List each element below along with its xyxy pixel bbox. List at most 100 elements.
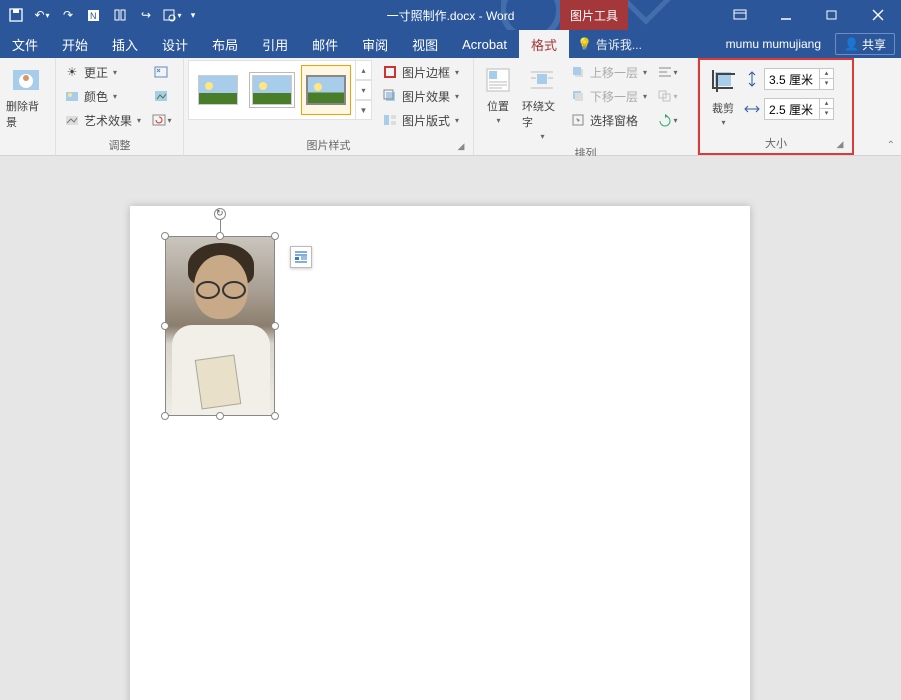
tab-mailings[interactable]: 邮件 xyxy=(300,30,350,58)
color-button[interactable]: 颜色▾ xyxy=(60,84,145,108)
style-thumb-1[interactable] xyxy=(193,65,243,115)
title-bar: ↶▾ ↷ N ↪ ▾ ▾ 一寸照制作.docx - Word 图片工具 xyxy=(0,0,901,30)
dropdown-icon: ▾ xyxy=(113,92,117,101)
selection-pane-icon xyxy=(570,112,586,128)
share-button[interactable]: 👤 共享 xyxy=(835,33,895,55)
remove-background-button[interactable]: 删除背景 xyxy=(4,60,48,134)
corrections-button[interactable]: ☀更正▾ xyxy=(60,60,145,84)
picture-styles-gallery[interactable] xyxy=(188,60,356,120)
selection-pane-button[interactable]: 选择窗格 xyxy=(566,108,651,132)
person-icon: 👤 xyxy=(844,37,859,51)
tab-references[interactable]: 引用 xyxy=(250,30,300,58)
tab-review[interactable]: 审阅 xyxy=(350,30,400,58)
photo-image[interactable] xyxy=(165,236,275,416)
crop-icon xyxy=(707,66,739,98)
position-button[interactable]: 位置▾ xyxy=(478,60,518,129)
dropdown-icon: ▾ xyxy=(721,118,725,127)
tab-file[interactable]: 文件 xyxy=(0,30,50,58)
collapse-ribbon-button[interactable]: ⌃ xyxy=(887,140,895,151)
document-area[interactable] xyxy=(0,156,901,700)
send-backward-button[interactable]: 下移一层▾ xyxy=(566,84,651,108)
tab-view[interactable]: 视图 xyxy=(400,30,450,58)
compress-pictures-button[interactable] xyxy=(149,60,173,84)
ribbon-display-options-button[interactable] xyxy=(717,0,763,30)
size-launcher-button[interactable]: ◢ xyxy=(834,139,846,151)
document-page[interactable] xyxy=(130,206,750,700)
width-down-button[interactable]: ▾ xyxy=(820,109,833,119)
resize-handle-t[interactable] xyxy=(216,232,224,240)
tab-acrobat[interactable]: Acrobat xyxy=(450,30,519,58)
wrap-text-button[interactable]: 环绕文字▾ xyxy=(520,60,564,145)
qat-button-5[interactable]: ↪ xyxy=(134,1,158,29)
height-input[interactable]: ▴▾ xyxy=(764,68,834,90)
picture-border-button[interactable]: 图片边框▾ xyxy=(378,60,463,84)
redo-button[interactable]: ↷ xyxy=(56,1,80,29)
resize-handle-l[interactable] xyxy=(161,322,169,330)
resize-handle-bl[interactable] xyxy=(161,412,169,420)
rotate-connector xyxy=(220,220,221,232)
style-thumb-3[interactable] xyxy=(301,65,351,115)
resize-handle-b[interactable] xyxy=(216,412,224,420)
print-preview-button[interactable]: ▾ xyxy=(160,1,184,29)
width-input[interactable]: ▴▾ xyxy=(764,98,834,120)
height-field[interactable] xyxy=(765,72,819,86)
picture-layout-button[interactable]: 图片版式▾ xyxy=(378,108,463,132)
quick-access-toolbar: ↶▾ ↷ N ↪ ▾ ▾ xyxy=(0,1,204,29)
save-button[interactable] xyxy=(4,1,28,29)
rotate-button[interactable]: ▾ xyxy=(655,108,679,132)
layout-options-flyout[interactable] xyxy=(290,246,312,268)
align-button[interactable]: ▾ xyxy=(655,60,679,84)
group-label-empty xyxy=(4,137,51,155)
brightness-icon: ☀ xyxy=(64,64,80,80)
tab-design[interactable]: 设计 xyxy=(150,30,200,58)
width-field[interactable] xyxy=(765,102,819,116)
styles-launcher-button[interactable]: ◢ xyxy=(455,141,467,153)
tell-me-search[interactable]: 💡 告诉我... xyxy=(569,30,650,58)
picture-effects-button[interactable]: 图片效果▾ xyxy=(378,84,463,108)
artistic-effects-button[interactable]: 艺术效果 ▾ xyxy=(60,108,145,132)
selected-picture[interactable] xyxy=(165,236,275,416)
group-styles-label: 图片样式◢ xyxy=(188,137,469,155)
dropdown-icon: ▾ xyxy=(113,68,117,77)
tab-format[interactable]: 格式 xyxy=(519,30,569,58)
picture-layout-label: 图片版式 xyxy=(402,112,450,129)
resize-handle-r[interactable] xyxy=(271,322,279,330)
account-user[interactable]: mumu mumujiang xyxy=(718,30,829,58)
onenote-linked-notes-button[interactable]: N xyxy=(82,1,106,29)
touch-mode-button[interactable] xyxy=(108,1,132,29)
tab-home[interactable]: 开始 xyxy=(50,30,100,58)
layout-tpl-icon xyxy=(382,112,398,128)
group-objects-button[interactable]: ▾ xyxy=(655,84,679,108)
color-icon xyxy=(64,88,80,104)
group-adjust: ☀更正▾ 颜色▾ 艺术效果▾ ▾ 调整 xyxy=(56,58,184,155)
resize-handle-br[interactable] xyxy=(271,412,279,420)
qat-customize-button[interactable]: ▾ xyxy=(186,1,200,29)
resize-handle-tr[interactable] xyxy=(271,232,279,240)
maximize-button[interactable] xyxy=(809,0,855,30)
ribbon-tabs: 文件 开始 插入 设计 布局 引用 邮件 审阅 视图 Acrobat 格式 💡 … xyxy=(0,30,901,58)
gallery-more-button[interactable]: ▼ xyxy=(356,100,372,120)
gallery-down-button[interactable]: ▾ xyxy=(356,80,372,100)
bring-forward-button[interactable]: 上移一层▾ xyxy=(566,60,651,84)
tab-layout[interactable]: 布局 xyxy=(200,30,250,58)
artistic-label: 艺术效果 xyxy=(84,112,132,129)
picture-tools-context: 图片工具 xyxy=(560,0,628,30)
width-up-button[interactable]: ▴ xyxy=(820,99,833,109)
height-up-button[interactable]: ▴ xyxy=(820,69,833,79)
minimize-button[interactable] xyxy=(763,0,809,30)
close-button[interactable] xyxy=(855,0,901,30)
tab-insert[interactable]: 插入 xyxy=(100,30,150,58)
height-icon xyxy=(744,71,760,87)
dropdown-icon: ▾ xyxy=(137,116,141,125)
rotate-handle[interactable] xyxy=(214,208,226,220)
document-title: 一寸照制作.docx - Word xyxy=(387,7,515,24)
reset-picture-button[interactable]: ▾ xyxy=(149,108,173,132)
height-down-button[interactable]: ▾ xyxy=(820,79,833,89)
undo-button[interactable]: ↶▾ xyxy=(30,1,54,29)
crop-button[interactable]: 裁剪▾ xyxy=(704,62,742,131)
gallery-up-button[interactable]: ▴ xyxy=(356,60,372,80)
change-picture-button[interactable] xyxy=(149,84,173,108)
gallery-scroll: ▴ ▾ ▼ xyxy=(356,60,372,120)
style-thumb-2[interactable] xyxy=(247,65,297,115)
resize-handle-tl[interactable] xyxy=(161,232,169,240)
